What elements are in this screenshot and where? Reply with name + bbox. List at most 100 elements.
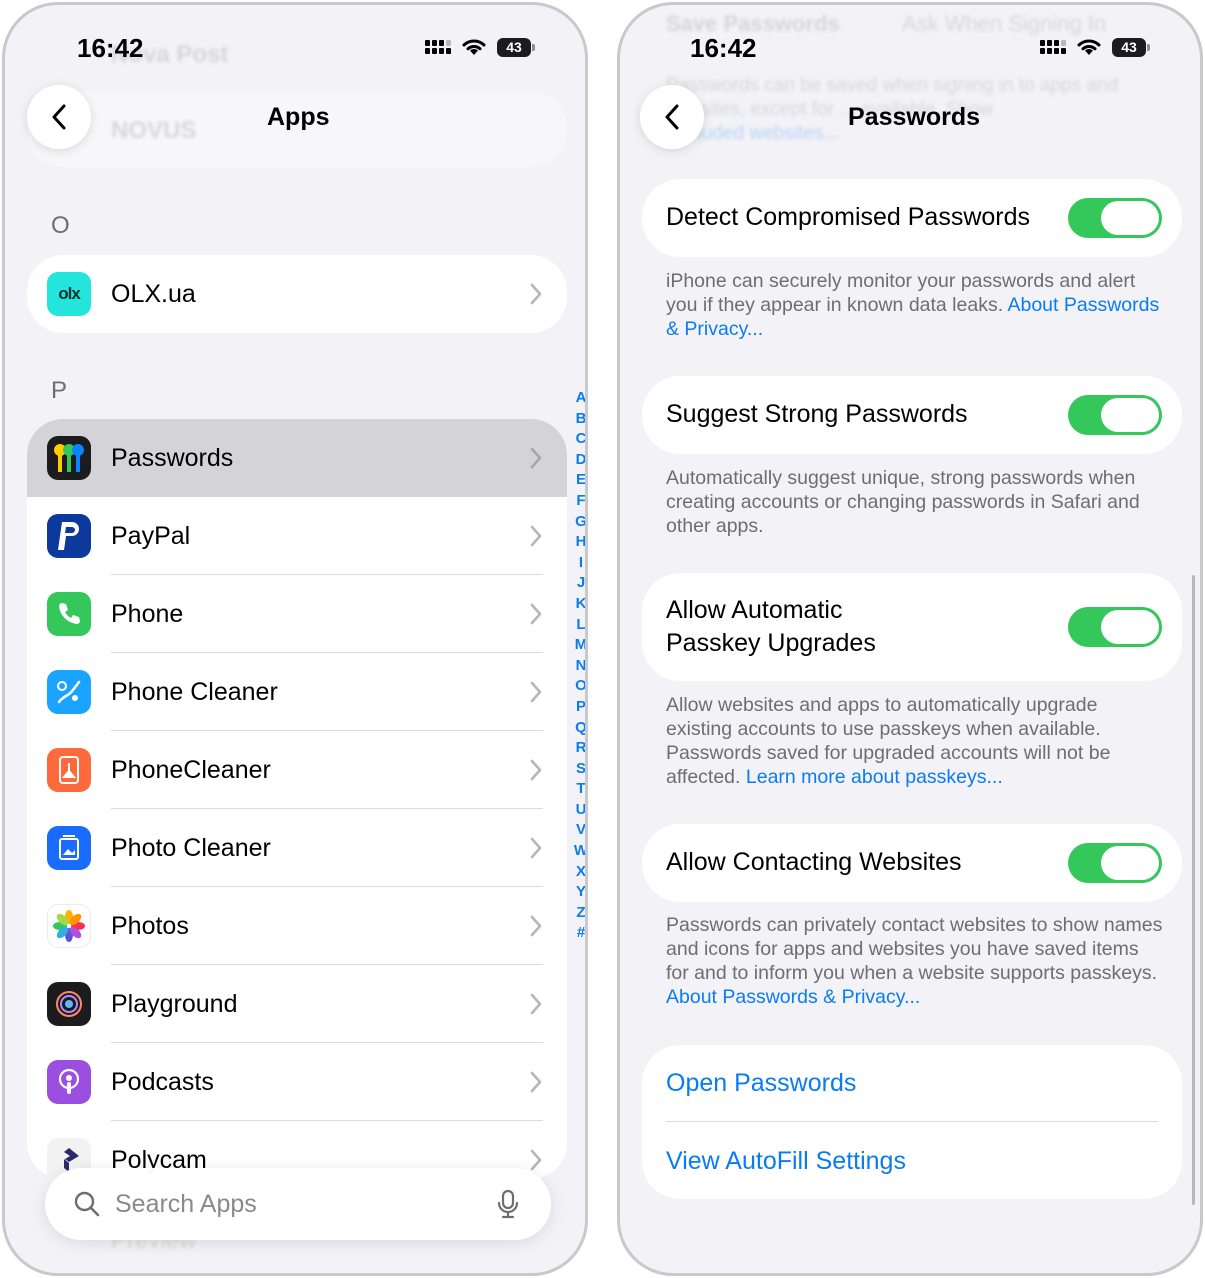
status-icons: 43: [425, 37, 535, 57]
chevron-right-icon: [530, 603, 542, 625]
app-row-playground[interactable]: Playground: [27, 965, 567, 1043]
detect-compromised-toggle[interactable]: [1068, 198, 1162, 238]
toggle-label-line1: Allow Automatic: [666, 596, 843, 624]
index-letter[interactable]: G: [575, 512, 585, 533]
microphone-icon[interactable]: [497, 1189, 519, 1219]
index-letter[interactable]: T: [576, 779, 585, 800]
app-row-photos[interactable]: Photos: [27, 887, 567, 965]
ghost-row-novus: NOVUS: [111, 117, 197, 144]
index-letter[interactable]: S: [576, 759, 585, 780]
chevron-left-icon: [665, 104, 679, 130]
app-row-label: OLX.ua: [111, 279, 196, 308]
passwords-icon: [47, 436, 91, 480]
about-passwords-privacy-link[interactable]: About Passwords & Privacy...: [666, 986, 920, 1008]
cellular-signal-icon: [425, 40, 451, 54]
chevron-right-icon: [530, 681, 542, 703]
index-letter[interactable]: W: [574, 841, 585, 862]
index-letter[interactable]: C: [576, 429, 585, 450]
toggle-knob: [1101, 201, 1159, 235]
phone-icon: [47, 592, 91, 636]
chevron-right-icon: [530, 1149, 542, 1171]
toggle-label: Detect Compromised Passwords: [666, 203, 1031, 231]
index-letter[interactable]: F: [576, 491, 585, 512]
scrollbar[interactable]: [1192, 575, 1195, 1205]
chevron-right-icon: [530, 759, 542, 781]
wifi-icon: [1077, 39, 1101, 55]
index-letter[interactable]: H: [576, 532, 585, 553]
status-time: 16:42: [690, 33, 757, 63]
status-icons: 43: [1040, 37, 1150, 57]
index-letter[interactable]: L: [576, 615, 585, 636]
index-letter[interactable]: J: [577, 573, 585, 594]
alphabet-index[interactable]: A B C D E F G H I J K L M N O P Q R S T U V W X Y Z #: [573, 388, 585, 944]
search-bar[interactable]: Search Apps: [45, 1168, 551, 1240]
toggle-row-detect-compromised: Detect Compromised Passwords: [642, 179, 1182, 257]
index-letter[interactable]: V: [576, 820, 585, 841]
section-header-p: P: [51, 377, 68, 404]
page-title: Passwords: [848, 103, 981, 131]
view-autofill-settings-button[interactable]: View AutoFill Settings: [666, 1147, 906, 1176]
phone-cleaner-icon: [47, 670, 91, 714]
playground-icon: [47, 982, 91, 1026]
app-row-olx[interactable]: olx OLX.ua: [27, 255, 567, 333]
search-input[interactable]: Search Apps: [115, 1190, 257, 1219]
app-row-phonecleaner[interactable]: PhoneCleaner: [27, 731, 567, 809]
app-row-podcasts[interactable]: Podcasts: [27, 1043, 567, 1121]
app-row-phone-cleaner[interactable]: Phone Cleaner: [27, 653, 567, 731]
suggest-strong-toggle[interactable]: [1068, 395, 1162, 435]
chevron-left-icon: [52, 104, 66, 130]
section-card-p: Passwords PayPal Phone Phone Cleaner Pho…: [27, 419, 567, 1179]
index-letter[interactable]: X: [576, 862, 585, 883]
index-letter[interactable]: D: [576, 450, 585, 471]
back-button[interactable]: [640, 85, 704, 149]
index-letter[interactable]: #: [577, 923, 585, 944]
app-row-label: PhoneCleaner: [111, 755, 271, 784]
open-passwords-button[interactable]: Open Passwords: [666, 1069, 856, 1098]
back-button[interactable]: [27, 85, 91, 149]
toggle-label: Allow Contacting Websites: [666, 848, 962, 876]
chevron-right-icon: [530, 915, 542, 937]
contacting-websites-toggle[interactable]: [1068, 843, 1162, 883]
app-row-passwords[interactable]: Passwords: [27, 419, 567, 497]
index-letter[interactable]: P: [576, 697, 585, 718]
toggle-row-contacting-websites: Allow Contacting Websites: [642, 824, 1182, 902]
index-letter[interactable]: Y: [576, 882, 585, 903]
chevron-right-icon: [530, 993, 542, 1015]
app-row-label: Photos: [111, 911, 189, 940]
footnote-text: Passwords can privately contact websites…: [666, 914, 1163, 984]
toggle-label: Suggest Strong Passwords: [666, 400, 968, 428]
cellular-signal-icon: [1040, 40, 1066, 54]
chevron-right-icon: [530, 837, 542, 859]
ghost-desc-line1: Passwords can be saved when signing in t…: [666, 75, 1119, 96]
toggle-knob: [1101, 398, 1159, 432]
photos-icon: [47, 904, 91, 948]
index-letter[interactable]: M: [575, 635, 585, 656]
toggle-knob: [1101, 846, 1159, 880]
row-separator: [666, 1121, 1158, 1122]
app-row-label: Podcasts: [111, 1067, 214, 1096]
index-letter[interactable]: O: [575, 676, 585, 697]
passkey-upgrades-toggle[interactable]: [1068, 607, 1162, 647]
index-letter[interactable]: Z: [576, 903, 585, 924]
app-row-paypal[interactable]: PayPal: [27, 497, 567, 575]
app-row-label: Phone: [111, 599, 184, 628]
index-letter[interactable]: N: [576, 656, 585, 677]
learn-more-passkeys-link[interactable]: Learn more about passkeys...: [746, 766, 1003, 788]
index-letter[interactable]: B: [576, 409, 585, 430]
app-row-label: PayPal: [111, 521, 191, 550]
toggle-label-line2: Passkey Upgrades: [666, 629, 876, 657]
index-letter[interactable]: U: [576, 800, 585, 821]
app-row-photo-cleaner[interactable]: Photo Cleaner: [27, 809, 567, 887]
wifi-icon: [462, 39, 486, 55]
index-letter[interactable]: A: [576, 388, 585, 409]
index-letter[interactable]: K: [576, 594, 585, 615]
index-letter[interactable]: I: [579, 553, 583, 574]
app-row-phone[interactable]: Phone: [27, 575, 567, 653]
index-letter[interactable]: R: [576, 738, 585, 759]
apps-screen: Nova Post NOVUS Preview 16:42 43 Apps O …: [2, 2, 588, 1276]
search-icon: [74, 1191, 100, 1217]
chevron-right-icon: [530, 1071, 542, 1093]
index-letter[interactable]: E: [576, 470, 585, 491]
chevron-right-icon: [530, 447, 542, 469]
index-letter[interactable]: Q: [575, 718, 585, 739]
